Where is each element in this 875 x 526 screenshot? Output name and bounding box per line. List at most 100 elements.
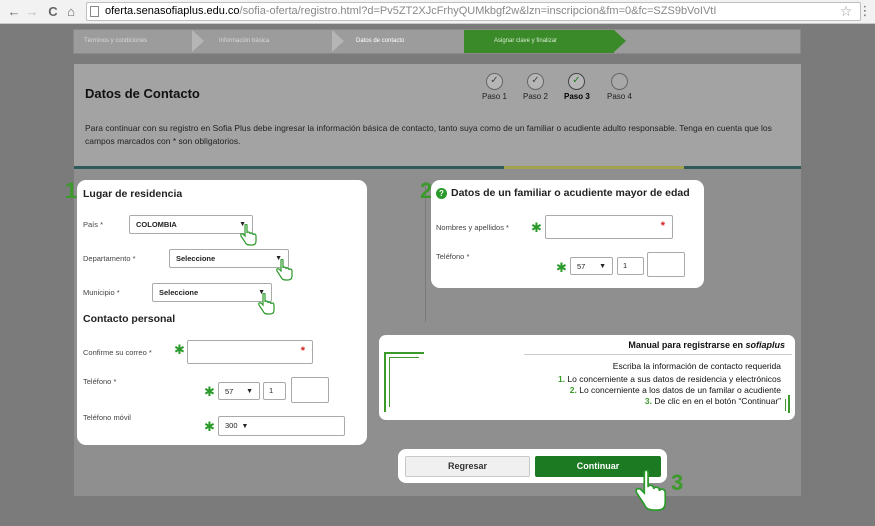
country-label: País *: [83, 220, 104, 229]
hand-pointer-icon: [275, 258, 293, 281]
mobile-field[interactable]: 300 ▼: [218, 416, 345, 436]
hand-pointer-icon: [257, 292, 275, 315]
page-title: Datos de Contacto: [85, 86, 200, 101]
manual-title: Manual para registrarse en sofiaplus: [628, 340, 785, 350]
phone-area-value: 1: [269, 386, 274, 395]
relative-name-field[interactable]: *: [545, 215, 673, 239]
manual-item-text: Lo concerniente a sus datos de residenci…: [565, 374, 781, 384]
relative-phone-area-field[interactable]: 1: [617, 257, 644, 275]
reload-icon[interactable]: C: [45, 3, 61, 21]
country-value: COLOMBIA: [136, 220, 177, 229]
manual-callout: Manual para registrarse en sofiaplus Esc…: [379, 335, 795, 420]
frame-corner: [788, 395, 790, 413]
divider-accent: [504, 166, 684, 169]
manual-item-number: 3.: [644, 396, 652, 406]
frame-corner: [389, 357, 390, 407]
relative-phone-code-value: 57: [577, 262, 586, 271]
address-bar[interactable]: oferta.senasofiaplus.edu.co/sofia-oferta…: [86, 2, 861, 21]
step-terms[interactable]: Términos y condiciones: [84, 30, 147, 53]
residence-card: Lugar de residencia País * COLOMBIA ▼ Dep…: [77, 180, 367, 445]
relative-phone-label: Teléfono *: [436, 252, 470, 261]
department-label: Departamento *: [83, 254, 136, 263]
manual-item-1: 1. Lo concerniente a sus datos de reside…: [558, 374, 781, 384]
step-chevron: [192, 30, 204, 52]
mobile-value: 300: [225, 421, 238, 430]
personal-title: Contacto personal: [83, 313, 176, 325]
check-icon: ✓: [486, 73, 503, 90]
phone-area-field[interactable]: 1: [263, 382, 286, 400]
required-star-icon: ✱: [174, 342, 185, 357]
department-value: Seleccione: [176, 254, 216, 263]
progress-step-3: Paso 3: [564, 92, 590, 101]
manual-title-prefix: Manual para registrarse en: [628, 340, 746, 350]
section-number-3: 3: [671, 470, 684, 495]
home-icon[interactable]: ⌂: [63, 3, 79, 21]
hand-pointer-icon: [632, 469, 668, 512]
manual-item-number: 1.: [557, 374, 566, 384]
step-chevron: [614, 30, 626, 52]
required-star-icon: ✱: [531, 220, 542, 235]
step-basic-info[interactable]: Información básica: [219, 30, 269, 53]
arrow-right-icon[interactable]: →: [24, 3, 40, 21]
step-chevron: [332, 30, 344, 52]
email-confirm-label: Confirme su correo *: [83, 348, 152, 357]
intro-text: Para continuar con su registro en Sofia …: [85, 123, 772, 146]
section-number-1: 1: [65, 178, 78, 203]
header: Datos de Contacto Para continuar con su …: [74, 64, 801, 168]
manual-item-3: 3. De clic en en el botón “Continuar”: [645, 396, 781, 406]
manual-item-2: 2. Lo concerniente a los datos de un fam…: [570, 385, 781, 395]
required-mark: *: [660, 220, 665, 232]
wizard-steps: Términos y condiciones Información básic…: [73, 29, 801, 54]
back-button[interactable]: Regresar: [405, 456, 530, 477]
manual-item-number: 2.: [569, 385, 577, 395]
page-icon: [90, 6, 99, 17]
phone-code-select[interactable]: 57 ▼: [218, 382, 260, 400]
country-select[interactable]: COLOMBIA ▼: [129, 215, 253, 234]
required-star-icon: ✱: [204, 384, 215, 399]
frame-corner: [384, 352, 424, 354]
manual-item-text: Lo concerniente a los datos de un famila…: [576, 385, 781, 395]
mobile-label: Teléfono móvil: [83, 413, 131, 422]
divider: [74, 166, 801, 169]
required-star-icon: ✱: [204, 419, 215, 434]
hand-pointer-icon: [239, 223, 257, 246]
phone-code-value: 57: [225, 387, 234, 396]
required-mark: *: [300, 345, 305, 357]
relative-phone-area-value: 1: [623, 261, 628, 270]
manual-item-text: De clic en en el botón “Continuar”: [652, 396, 781, 406]
municipality-label: Municipio *: [83, 288, 120, 297]
url-host: oferta.senasofiaplus.edu.co: [105, 5, 240, 17]
relative-card: ? Datos de un familiar o acudiente mayor…: [431, 180, 704, 288]
email-confirm-field[interactable]: *: [187, 340, 313, 364]
relative-name-label: Nombres y apellidos *: [436, 223, 509, 232]
check-icon: ✓: [568, 73, 585, 90]
municipality-select[interactable]: Seleccione ▼: [152, 283, 272, 302]
residence-title: Lugar de residencia: [83, 188, 183, 200]
manual-title-brand: sofiaplus: [745, 340, 785, 350]
star-icon[interactable]: ☆: [838, 2, 854, 20]
dropdown-arrow-icon: ▼: [599, 263, 606, 270]
dropdown-arrow-icon: ▼: [246, 388, 253, 395]
phone-number-field[interactable]: [291, 377, 329, 403]
check-icon: ✓: [527, 73, 544, 90]
relative-phone-number-field[interactable]: [647, 252, 685, 277]
browser-toolbar: ← → C ⌂ oferta.senasofiaplus.edu.co/sofi…: [0, 0, 875, 24]
url-path: /sofia-oferta/registro.html?d=Pv5ZT2XJcF…: [239, 5, 717, 17]
progress-step-2: Paso 2: [523, 92, 548, 101]
relative-phone-code-select[interactable]: 57 ▼: [570, 257, 613, 275]
required-star-icon: ✱: [556, 260, 567, 275]
frame-corner: [384, 352, 386, 412]
step-contact[interactable]: Datos de contacto: [356, 30, 404, 53]
municipality-value: Seleccione: [159, 288, 199, 297]
menu-icon[interactable]: ⋮: [857, 2, 873, 20]
divider: [524, 354, 792, 355]
department-select[interactable]: Seleccione ▼: [169, 249, 289, 268]
column-divider: [425, 182, 426, 322]
step-password[interactable]: Asignar clave y finalizar: [494, 30, 557, 53]
frame-corner: [389, 357, 419, 358]
relative-title: Datos de un familiar o acudiente mayor d…: [451, 187, 690, 199]
arrow-left-icon[interactable]: ←: [6, 3, 22, 21]
help-icon[interactable]: ?: [436, 188, 447, 199]
action-bar: Regresar Continuar: [398, 449, 667, 483]
phone-label: Teléfono *: [83, 377, 117, 386]
